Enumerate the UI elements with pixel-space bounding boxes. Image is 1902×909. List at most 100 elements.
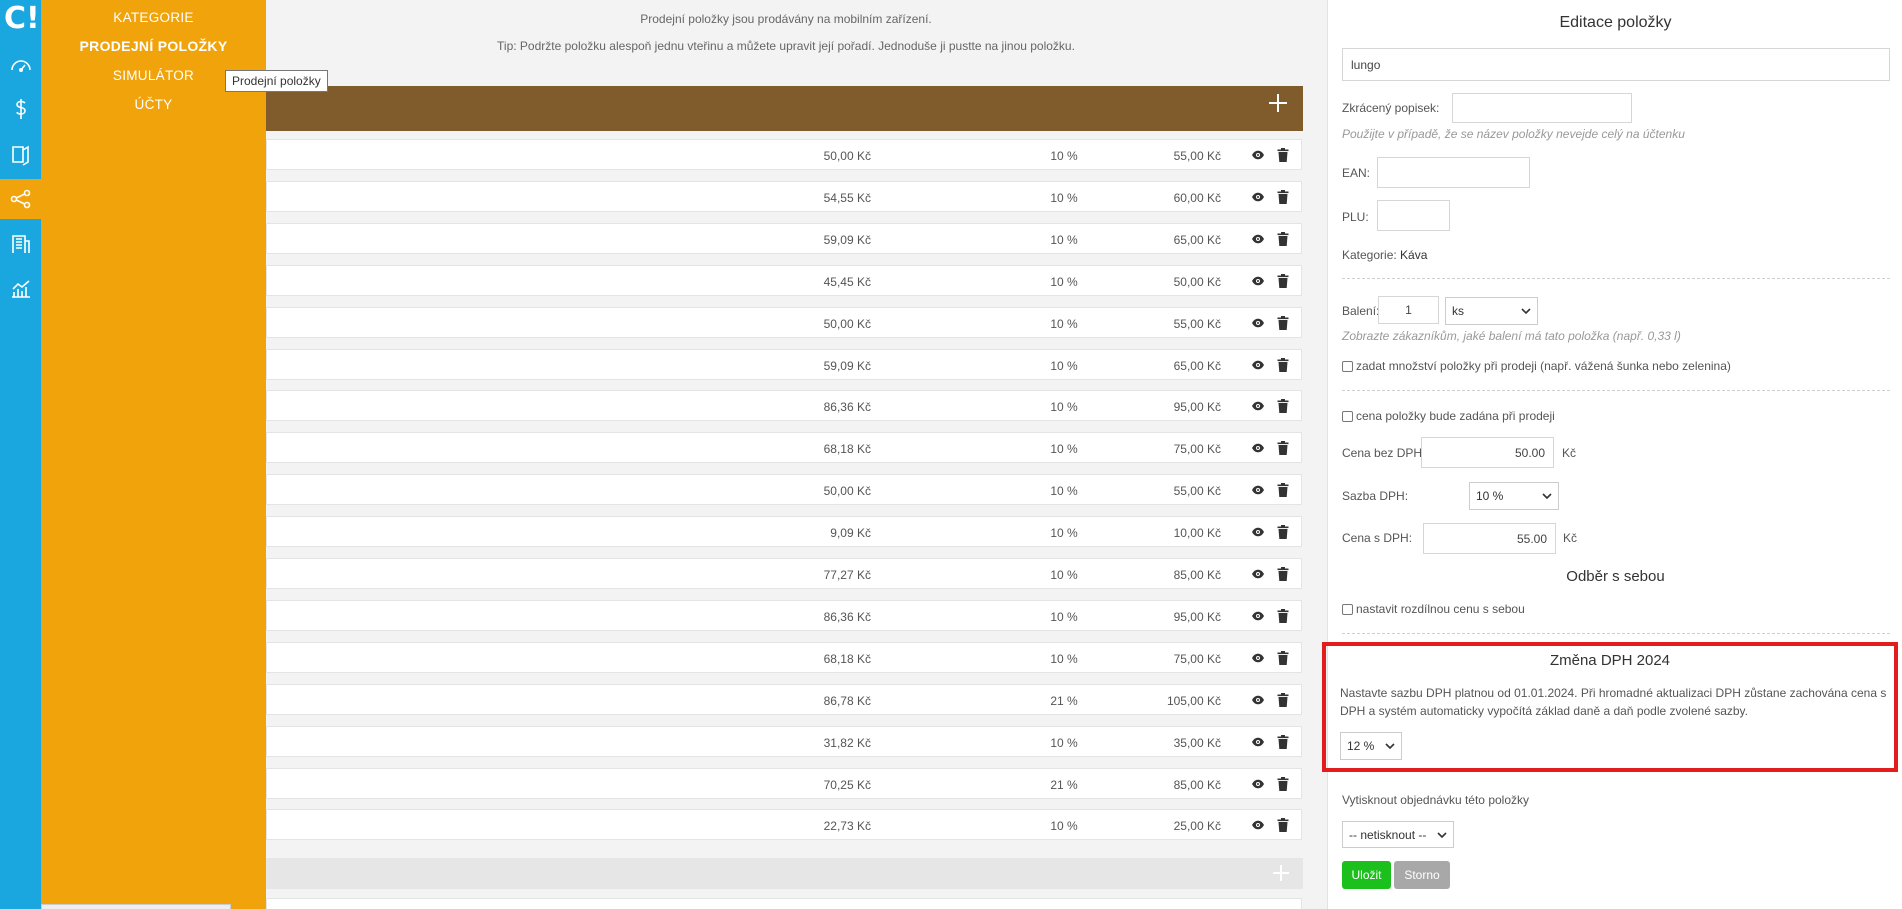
table-row[interactable]: 68,18 Kč 10 % 75,00 Kč xyxy=(266,641,1302,673)
quantity-checkbox[interactable] xyxy=(1342,361,1353,372)
table-row[interactable]: 86,36 Kč 10 % 95,00 Kč xyxy=(266,599,1302,631)
category-value: Káva xyxy=(1400,248,1428,262)
eye-icon[interactable] xyxy=(1251,400,1265,412)
vat-rate-label: Sazba DPH: xyxy=(1342,489,1409,503)
eye-icon[interactable] xyxy=(1251,526,1265,538)
trash-icon[interactable] xyxy=(1277,692,1289,707)
add-item-icon[interactable] xyxy=(1267,92,1297,122)
table-row[interactable] xyxy=(266,898,1302,909)
table-row[interactable]: 31,82 Kč 10 % 35,00 Kč xyxy=(266,725,1302,757)
trash-icon[interactable] xyxy=(1277,818,1289,833)
takeaway-checkbox-label[interactable]: nastavit rozdílnou cenu s sebou xyxy=(1356,602,1525,616)
eye-icon[interactable] xyxy=(1251,652,1265,664)
gross-price-cell: 55,00 Kč xyxy=(1173,149,1221,163)
dashboard-icon[interactable] xyxy=(0,45,41,85)
takeaway-checkbox[interactable] xyxy=(1342,604,1353,615)
trash-icon[interactable] xyxy=(1277,441,1289,456)
documents-icon[interactable] xyxy=(0,134,41,174)
net-price-cell: 77,27 Kč xyxy=(823,568,871,582)
trash-icon[interactable] xyxy=(1277,357,1289,372)
table-row[interactable]: 86,36 Kč 10 % 95,00 Kč xyxy=(266,390,1302,422)
add-item-icon-2[interactable] xyxy=(1271,863,1293,885)
eye-icon[interactable] xyxy=(1251,568,1265,580)
eye-icon[interactable] xyxy=(1251,484,1265,496)
table-row[interactable]: 68,18 Kč 10 % 75,00 Kč xyxy=(266,432,1302,464)
trash-icon[interactable] xyxy=(1277,734,1289,749)
divider xyxy=(1342,390,1890,391)
print-select[interactable]: -- netisknout -- xyxy=(1342,821,1454,848)
gross-price-cell: 95,00 Kč xyxy=(1173,609,1221,624)
gross-price-cell: 65,00 Kč xyxy=(1173,358,1221,373)
menu-item-prodejni-polozky[interactable]: PRODEJNÍ POLOŽKY xyxy=(41,38,266,54)
trash-icon[interactable] xyxy=(1277,315,1289,330)
table-row[interactable]: 70,25 Kč 21 % 85,00 Kč xyxy=(266,767,1302,799)
trash-icon[interactable] xyxy=(1277,567,1289,581)
trash-icon[interactable] xyxy=(1277,776,1289,791)
trash-icon[interactable] xyxy=(1277,399,1289,414)
vat-rate-value: 10 % xyxy=(1476,489,1504,503)
eye-icon[interactable] xyxy=(1251,275,1265,287)
vat-2024-select[interactable]: 12 % xyxy=(1340,732,1402,760)
table-row[interactable]: 50,00 Kč 10 % 55,00 Kč xyxy=(266,139,1302,170)
table-row[interactable]: 86,78 Kč 21 % 105,00 Kč xyxy=(266,683,1302,715)
trash-icon[interactable] xyxy=(1277,273,1289,288)
quantity-checkbox-label[interactable]: zadat množství položky při prodeji (např… xyxy=(1356,359,1731,373)
eye-icon[interactable] xyxy=(1251,233,1265,245)
menu-item-kategorie[interactable]: KATEGORIE xyxy=(41,10,266,25)
gross-price-cell: 50,00 Kč xyxy=(1173,274,1221,289)
eye-icon[interactable] xyxy=(1251,191,1265,203)
divider xyxy=(1342,633,1890,634)
eye-icon[interactable] xyxy=(1251,694,1265,706)
ean-input[interactable] xyxy=(1377,157,1530,188)
net-price-cell: 22,73 Kč xyxy=(823,819,871,834)
trash-icon[interactable] xyxy=(1277,650,1289,665)
short-description-input[interactable] xyxy=(1452,93,1632,123)
chevron-down-icon xyxy=(1542,493,1552,500)
cancel-button[interactable]: Storno xyxy=(1394,861,1450,889)
eye-icon[interactable] xyxy=(1251,149,1265,161)
table-row[interactable]: 50,00 Kč 10 % 55,00 Kč xyxy=(266,474,1302,506)
item-name-input[interactable] xyxy=(1342,48,1890,81)
price-at-sale-label[interactable]: cena položky bude zadána při prodeji xyxy=(1356,409,1555,423)
eye-icon[interactable] xyxy=(1251,359,1265,371)
table-row[interactable]: 59,09 Kč 10 % 65,00 Kč xyxy=(266,348,1302,380)
eye-icon[interactable] xyxy=(1251,736,1265,748)
pack-quantity-input[interactable] xyxy=(1378,296,1439,324)
pack-unit-select[interactable]: ks xyxy=(1445,297,1538,325)
category-header-2[interactable] xyxy=(266,858,1303,889)
table-row[interactable]: 9,09 Kč 10 % 10,00 Kč xyxy=(266,516,1302,548)
category-header[interactable] xyxy=(266,86,1303,131)
table-row[interactable]: 50,00 Kč 10 % 55,00 Kč xyxy=(266,306,1302,338)
vat-rate-select[interactable]: 10 % xyxy=(1469,482,1559,510)
table-row[interactable]: 45,45 Kč 10 % 50,00 Kč xyxy=(266,264,1302,296)
eye-icon[interactable] xyxy=(1251,778,1265,790)
gross-price-cell: 75,00 Kč xyxy=(1173,651,1221,666)
trash-icon[interactable] xyxy=(1277,608,1289,623)
table-row[interactable]: 22,73 Kč 10 % 25,00 Kč xyxy=(266,809,1302,841)
trash-icon[interactable] xyxy=(1277,231,1289,246)
building-icon[interactable] xyxy=(0,224,41,264)
save-button[interactable]: Uložit xyxy=(1342,861,1391,889)
eye-icon[interactable] xyxy=(1251,610,1265,622)
gross-price-input[interactable] xyxy=(1423,523,1556,554)
panel-title: Editace položky xyxy=(1559,14,1672,31)
table-row[interactable]: 77,27 Kč 10 % 85,00 Kč xyxy=(266,558,1302,589)
eye-icon[interactable] xyxy=(1251,819,1265,831)
app-logo[interactable]: C! xyxy=(4,2,40,36)
table-row[interactable]: 54,55 Kč 10 % 60,00 Kč xyxy=(266,180,1302,212)
trash-icon[interactable] xyxy=(1277,148,1289,162)
chart-icon[interactable] xyxy=(0,269,41,309)
menu-item-ucty[interactable]: ÚČTY xyxy=(41,97,266,112)
trash-icon[interactable] xyxy=(1277,525,1289,540)
dollar-icon[interactable] xyxy=(0,89,41,129)
trash-icon[interactable] xyxy=(1277,483,1289,498)
trash-icon[interactable] xyxy=(1277,189,1289,204)
share-icon[interactable] xyxy=(0,179,41,219)
net-price-input[interactable] xyxy=(1421,437,1554,468)
eye-icon[interactable] xyxy=(1251,317,1265,329)
plu-input[interactable] xyxy=(1377,200,1450,231)
table-row[interactable]: 59,09 Kč 10 % 65,00 Kč xyxy=(266,222,1302,254)
gross-price-cell: 55,00 Kč xyxy=(1173,484,1221,499)
eye-icon[interactable] xyxy=(1251,442,1265,454)
price-at-sale-checkbox[interactable] xyxy=(1342,411,1353,422)
